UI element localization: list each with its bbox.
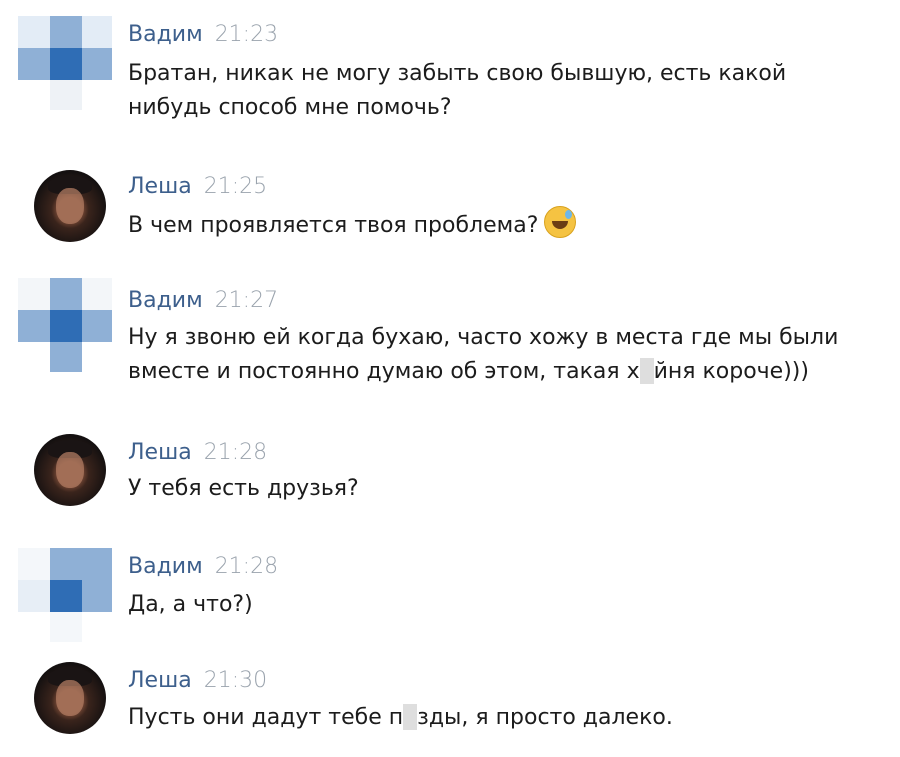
user-photo-avatar[interactable] xyxy=(34,170,106,242)
author-name[interactable]: Леша 21:25 xyxy=(128,174,267,199)
author-name[interactable]: Вадим 21:28 xyxy=(128,554,278,579)
message-time: 21:25 xyxy=(203,174,268,199)
user-photo-avatar[interactable] xyxy=(34,662,106,734)
message-text: У тебя есть друзья? xyxy=(128,476,359,501)
message-text: Да, а что?) xyxy=(128,592,253,617)
message-text: Братан, никак не могу забыть свою бывшую… xyxy=(128,61,787,120)
grinning-sweat-emoji xyxy=(544,206,577,238)
message-time: 21:28 xyxy=(214,554,279,579)
message-text: Ну я звоню ей когда бухаю, часто хожу в … xyxy=(128,325,839,384)
user-photo-avatar[interactable] xyxy=(34,434,106,506)
identicon-avatar[interactable] xyxy=(18,548,112,642)
message-text: Пусть они дадут тебе п зды, я просто дале… xyxy=(128,704,673,730)
identicon-avatar[interactable] xyxy=(18,16,112,110)
message-time: 21:27 xyxy=(214,288,279,313)
message-text: В чем проявляется твоя проблема? xyxy=(128,206,888,243)
censor-blur xyxy=(639,358,654,384)
identicon-avatar[interactable] xyxy=(18,278,112,372)
message-time: 21:23 xyxy=(214,22,279,47)
message-time: 21:28 xyxy=(203,440,268,465)
message-time: 21:30 xyxy=(203,668,268,693)
censor-blur xyxy=(403,704,418,730)
author-name[interactable]: Вадим 21:23 xyxy=(128,22,278,47)
author-name[interactable]: Леша 21:30 xyxy=(128,668,267,693)
author-name[interactable]: Вадим 21:27 xyxy=(128,288,278,313)
author-name[interactable]: Леша 21:28 xyxy=(128,440,267,465)
